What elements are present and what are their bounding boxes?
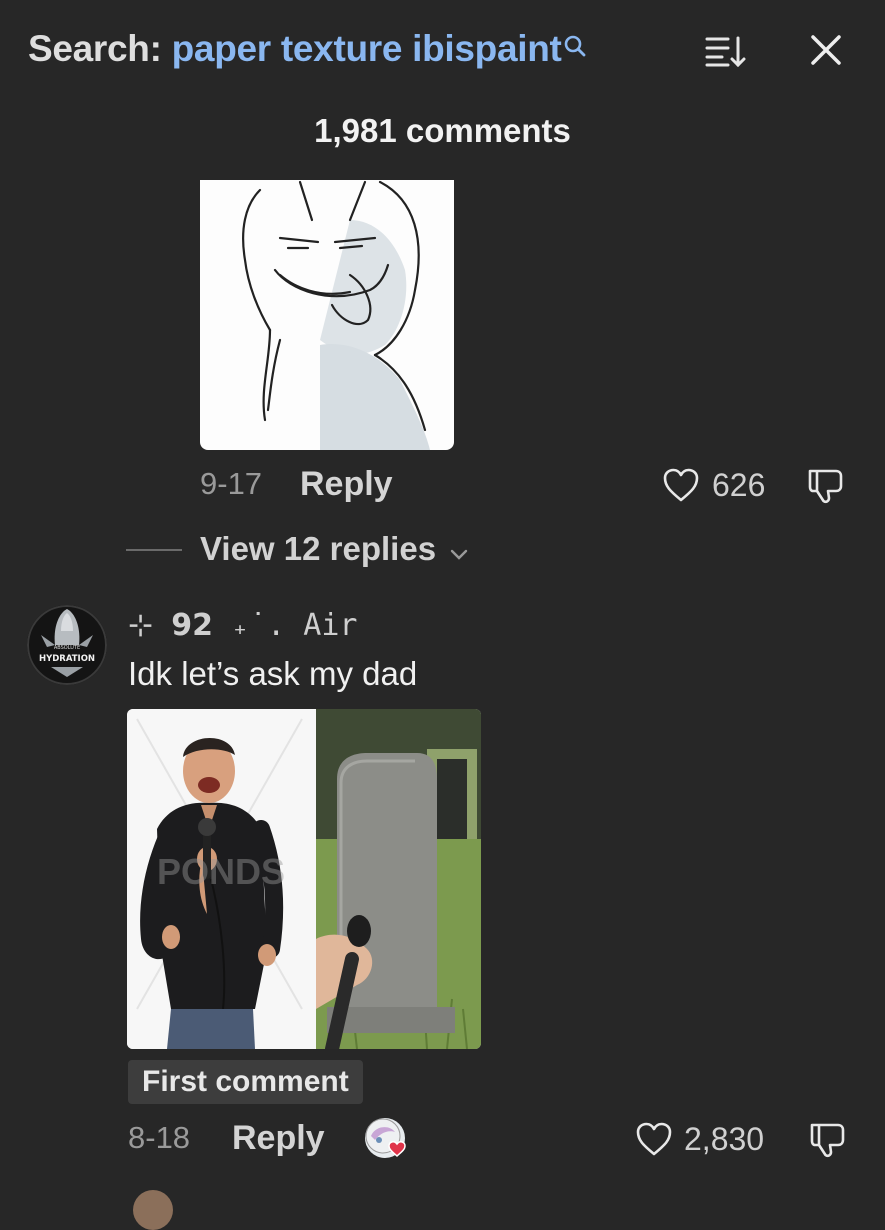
heart-badge-icon xyxy=(388,1141,406,1158)
search-prefix: Search: xyxy=(28,28,162,69)
first-comment-badge: First comment xyxy=(128,1060,363,1104)
dislike-icon[interactable] xyxy=(808,1121,848,1159)
view-replies-button[interactable]: View 12 replies xyxy=(200,530,469,570)
sort-icon[interactable] xyxy=(704,34,748,70)
comment-date: 8-18 xyxy=(128,1120,191,1155)
search-bar[interactable]: Search: paper texture ibispaint xyxy=(28,28,585,70)
search-query-link[interactable]: paper texture ibispaint xyxy=(172,28,562,69)
close-icon[interactable] xyxy=(806,30,846,70)
avatar[interactable]: ABSOLUTE HYDRATION xyxy=(27,605,107,685)
avatar-text-small: ABSOLUTE xyxy=(54,645,80,651)
comment-image-drawing[interactable] xyxy=(200,180,454,450)
search-icon[interactable] xyxy=(564,28,585,58)
dislike-icon[interactable] xyxy=(806,467,846,505)
creator-liked-avatar xyxy=(365,1118,406,1158)
username[interactable]: ⊹ 𝟵𝟮 ₊˙. Air xyxy=(128,608,357,643)
reply-button[interactable]: Reply xyxy=(232,1119,325,1158)
reply-button[interactable]: Reply xyxy=(300,465,393,504)
next-comment-avatar[interactable] xyxy=(133,1190,173,1230)
avatar-text: HYDRATION xyxy=(39,654,95,664)
comment-image-collage[interactable]: PONDS xyxy=(127,709,481,1049)
replies-divider xyxy=(126,549,182,551)
comment-text: Idk let’s ask my dad xyxy=(128,655,418,692)
heart-icon[interactable] xyxy=(635,1121,673,1157)
chevron-down-icon xyxy=(449,532,469,570)
comment-count: 1,981 comments xyxy=(314,112,571,149)
heart-icon[interactable] xyxy=(662,467,700,503)
image-watermark: PONDS xyxy=(157,851,285,892)
like-count: 626 xyxy=(712,467,766,503)
view-replies-label: View 12 replies xyxy=(200,530,437,567)
comment-date: 9-17 xyxy=(200,466,263,501)
like-count: 2,830 xyxy=(684,1121,765,1157)
